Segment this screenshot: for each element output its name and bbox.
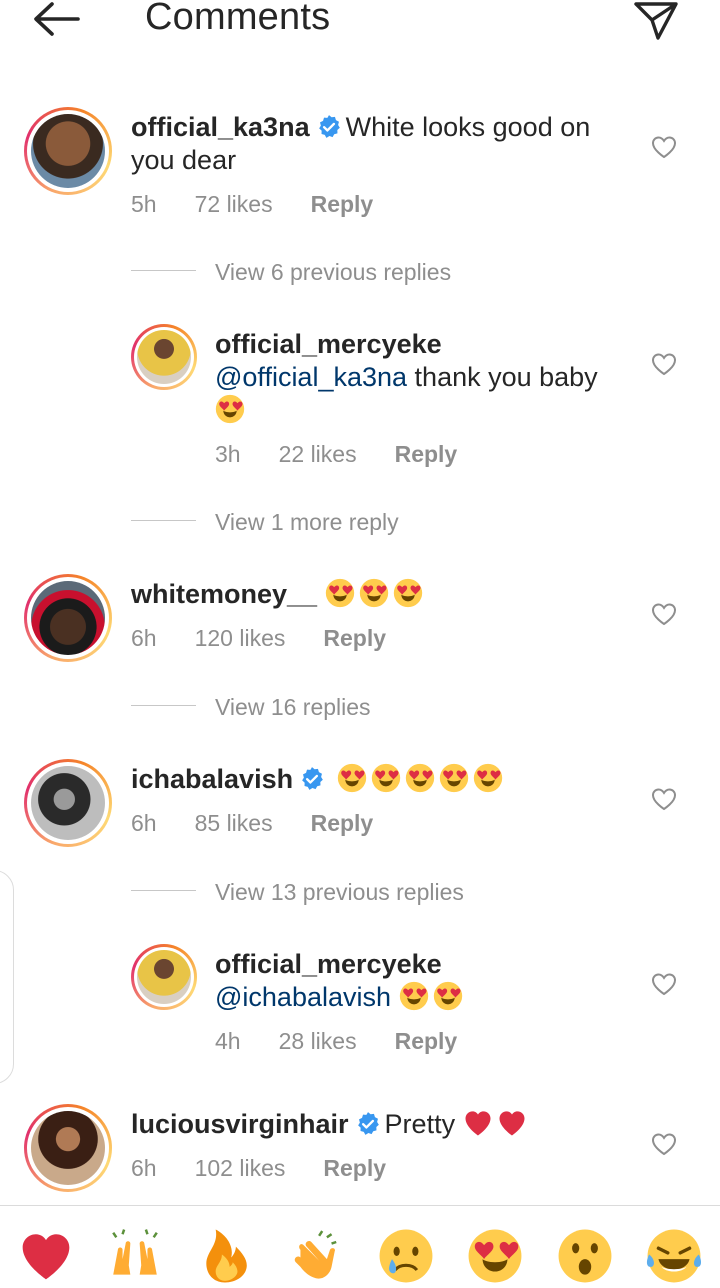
heart-eyes-emoji-icon xyxy=(325,578,355,608)
avatar[interactable] xyxy=(24,1104,112,1192)
clapping-hands-reaction-icon[interactable] xyxy=(288,1228,344,1284)
red-heart-reaction-icon[interactable] xyxy=(18,1228,74,1284)
heart-eyes-emoji-icon xyxy=(399,981,429,1011)
reply-button[interactable]: Reply xyxy=(311,191,374,217)
comment-likes[interactable]: 102 likes xyxy=(195,1155,286,1181)
like-heart-icon[interactable] xyxy=(651,602,677,626)
verified-badge-icon xyxy=(299,766,325,792)
comment-time: 4h xyxy=(215,1028,241,1054)
comment-body: thank you baby xyxy=(407,362,598,392)
comment-time: 3h xyxy=(215,441,241,467)
like-heart-icon[interactable] xyxy=(651,972,677,996)
comment-username[interactable]: luciousvirginhair xyxy=(131,1109,349,1139)
raising-hands-reaction-icon[interactable] xyxy=(107,1228,163,1284)
like-heart-icon[interactable] xyxy=(651,1132,677,1156)
comment-likes[interactable]: 85 likes xyxy=(195,810,273,836)
comments-header: Comments xyxy=(0,0,720,40)
avatar[interactable] xyxy=(131,324,197,390)
send-icon[interactable] xyxy=(632,0,680,42)
verified-badge-icon xyxy=(316,114,342,140)
heart-eyes-emoji-icon xyxy=(215,394,245,424)
back-arrow-icon[interactable] xyxy=(30,0,82,40)
like-heart-icon[interactable] xyxy=(651,352,677,376)
comment-likes[interactable]: 28 likes xyxy=(279,1028,357,1054)
comment-username[interactable]: official_mercyeke xyxy=(215,949,442,979)
comment-meta: 6h 120 likes Reply xyxy=(131,625,424,652)
reply-button[interactable]: Reply xyxy=(311,810,374,836)
comment-body: Pretty xyxy=(384,1109,456,1139)
divider xyxy=(131,890,196,891)
fire-reaction-icon[interactable] xyxy=(197,1228,253,1284)
like-heart-icon[interactable] xyxy=(651,135,677,159)
divider xyxy=(131,705,196,706)
side-panel-edge xyxy=(0,870,14,1084)
comment-text: whitemoney__ xyxy=(131,578,631,611)
mention-link[interactable]: @official_ka3na xyxy=(215,362,407,392)
view-replies-link[interactable]: View 6 previous replies xyxy=(215,259,451,286)
heart-eyes-emoji-icon xyxy=(405,763,435,793)
avatar[interactable] xyxy=(24,574,112,662)
comment-meta: 5h 72 likes Reply xyxy=(131,191,411,218)
view-replies-link[interactable]: View 13 previous replies xyxy=(215,879,464,906)
view-replies-link[interactable]: View 16 replies xyxy=(215,694,371,721)
heart-eyes-emoji-icon xyxy=(393,578,423,608)
comment-text: official_mercyeke @ichabalavish xyxy=(215,948,635,1014)
comment-meta: 3h 22 likes Reply xyxy=(215,441,495,468)
comment-username[interactable]: whitemoney__ xyxy=(131,579,317,609)
surprised-face-reaction-icon[interactable] xyxy=(557,1228,613,1284)
heart-eyes-emoji-icon xyxy=(359,578,389,608)
comment-meta: 6h 85 likes Reply xyxy=(131,810,411,837)
comment-time: 6h xyxy=(131,625,157,651)
reply-button[interactable]: Reply xyxy=(323,625,386,651)
comment-text: official_mercyeke @official_ka3na thank … xyxy=(215,328,635,427)
avatar[interactable] xyxy=(131,944,197,1010)
divider xyxy=(131,270,196,271)
comment-text: luciousvirginhair Pretty xyxy=(131,1108,631,1141)
reply-button[interactable]: Reply xyxy=(395,1028,458,1054)
red-heart-emoji-icon xyxy=(497,1108,527,1138)
comment-likes[interactable]: 120 likes xyxy=(195,625,286,651)
verified-badge-icon xyxy=(355,1111,381,1137)
page-title: Comments xyxy=(145,0,331,38)
quick-reaction-bar xyxy=(0,1205,720,1288)
heart-eyes-emoji-icon xyxy=(473,763,503,793)
comment-text: ichabalavish xyxy=(131,763,631,796)
heart-eyes-emoji-icon xyxy=(337,763,367,793)
comment-meta: 6h 102 likes Reply xyxy=(131,1155,424,1182)
reply-button[interactable]: Reply xyxy=(323,1155,386,1181)
comment-username[interactable]: ichabalavish xyxy=(131,764,293,794)
comment-time: 5h xyxy=(131,191,157,217)
crying-face-reaction-icon[interactable] xyxy=(378,1228,434,1284)
comment-meta: 4h 28 likes Reply xyxy=(215,1028,495,1055)
divider xyxy=(131,520,196,521)
red-heart-emoji-icon xyxy=(463,1108,493,1138)
comment-username[interactable]: official_ka3na xyxy=(131,112,310,142)
heart-eyes-emoji-icon xyxy=(433,981,463,1011)
avatar[interactable] xyxy=(24,107,112,195)
heart-eyes-reaction-icon[interactable] xyxy=(467,1228,523,1284)
view-replies-link[interactable]: View 1 more reply xyxy=(215,509,399,536)
comment-body: White looks good on xyxy=(345,112,591,142)
tears-of-joy-reaction-icon[interactable] xyxy=(646,1228,702,1284)
comment-likes[interactable]: 22 likes xyxy=(279,441,357,467)
comment-text: official_ka3na White looks good on you de… xyxy=(131,111,631,177)
heart-eyes-emoji-icon xyxy=(371,763,401,793)
reply-button[interactable]: Reply xyxy=(395,441,458,467)
comment-username[interactable]: official_mercyeke xyxy=(215,329,442,359)
comment-body-cont: you dear xyxy=(131,145,237,175)
mention-link[interactable]: @ichabalavish xyxy=(215,982,391,1012)
heart-eyes-emoji-icon xyxy=(439,763,469,793)
like-heart-icon[interactable] xyxy=(651,787,677,811)
comment-likes[interactable]: 72 likes xyxy=(195,191,273,217)
avatar[interactable] xyxy=(24,759,112,847)
comment-time: 6h xyxy=(131,810,157,836)
comment-time: 6h xyxy=(131,1155,157,1181)
